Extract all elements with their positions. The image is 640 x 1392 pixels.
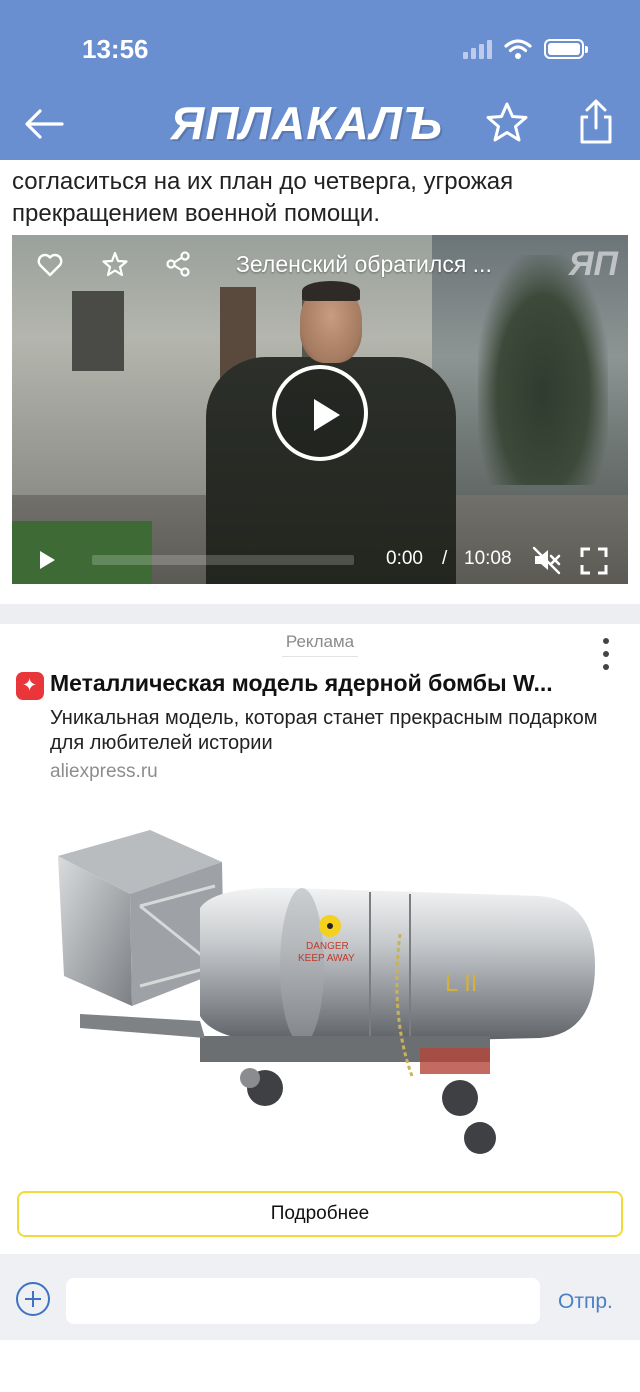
heart-icon[interactable]	[36, 251, 64, 279]
ad-domain[interactable]: aliexpress.ru	[50, 761, 158, 783]
danger-label: DANGER	[306, 941, 349, 952]
app-header: 13:56 ЯПЛАКАЛЪ	[0, 0, 640, 160]
message-composer: Отпр.	[0, 1254, 640, 1340]
share-nodes-icon[interactable]	[164, 250, 192, 278]
video-progress-bar[interactable]	[92, 555, 354, 565]
model-label: L II	[445, 970, 477, 997]
article-paragraph: согласиться на их план до четверга, угро…	[12, 168, 514, 227]
video-duration: 10:08	[464, 548, 512, 569]
ad-label-underline	[282, 656, 358, 657]
star-icon[interactable]	[102, 251, 128, 277]
muted-speaker-icon[interactable]	[532, 545, 562, 575]
video-time-separator: /	[442, 548, 448, 569]
ad-title[interactable]: Металлическая модель ядерной бомбы W...	[50, 670, 580, 697]
play-button-large[interactable]	[272, 365, 368, 461]
message-input[interactable]	[66, 1278, 540, 1324]
back-arrow-icon[interactable]	[22, 104, 66, 144]
add-attachment-icon[interactable]	[16, 1282, 50, 1316]
video-top-bar: Зеленский обратился ... ЯП	[12, 235, 628, 295]
fullscreen-icon[interactable]	[580, 547, 608, 575]
video-player[interactable]: Зеленский обратился ... ЯП 0:00 / 10:08	[12, 235, 628, 584]
status-time: 13:56	[82, 34, 149, 64]
play-icon[interactable]	[38, 550, 56, 570]
video-controls: 0:00 / 10:08	[12, 535, 628, 584]
cellular-signal-icon	[463, 39, 492, 59]
status-icons	[463, 38, 588, 60]
battery-icon	[544, 39, 588, 59]
wifi-icon	[504, 39, 532, 59]
ad-label: Реклама	[285, 632, 355, 651]
article-text: согласиться на их план до четверга, угро…	[12, 166, 624, 230]
send-button[interactable]: Отпр.	[558, 1290, 613, 1314]
more-details-button[interactable]: Подробнее	[17, 1191, 623, 1237]
section-divider	[0, 604, 640, 624]
video-watermark-logo: ЯП	[568, 245, 618, 283]
favorite-star-icon[interactable]	[484, 100, 530, 146]
aliexpress-logo-icon	[16, 672, 44, 700]
ad-description: Уникальная модель, которая станет прекра…	[50, 707, 598, 754]
video-title[interactable]: Зеленский обратился ...	[236, 251, 536, 278]
ad-product-image[interactable]: DANGER KEEP AWAY L II	[40, 816, 600, 1176]
share-icon[interactable]	[574, 98, 618, 146]
more-options-icon[interactable]	[600, 638, 612, 676]
site-logo[interactable]: ЯПЛАКАЛЪ	[152, 96, 462, 150]
video-current-time: 0:00	[386, 548, 423, 569]
keep-away-label: KEEP AWAY	[298, 953, 355, 964]
